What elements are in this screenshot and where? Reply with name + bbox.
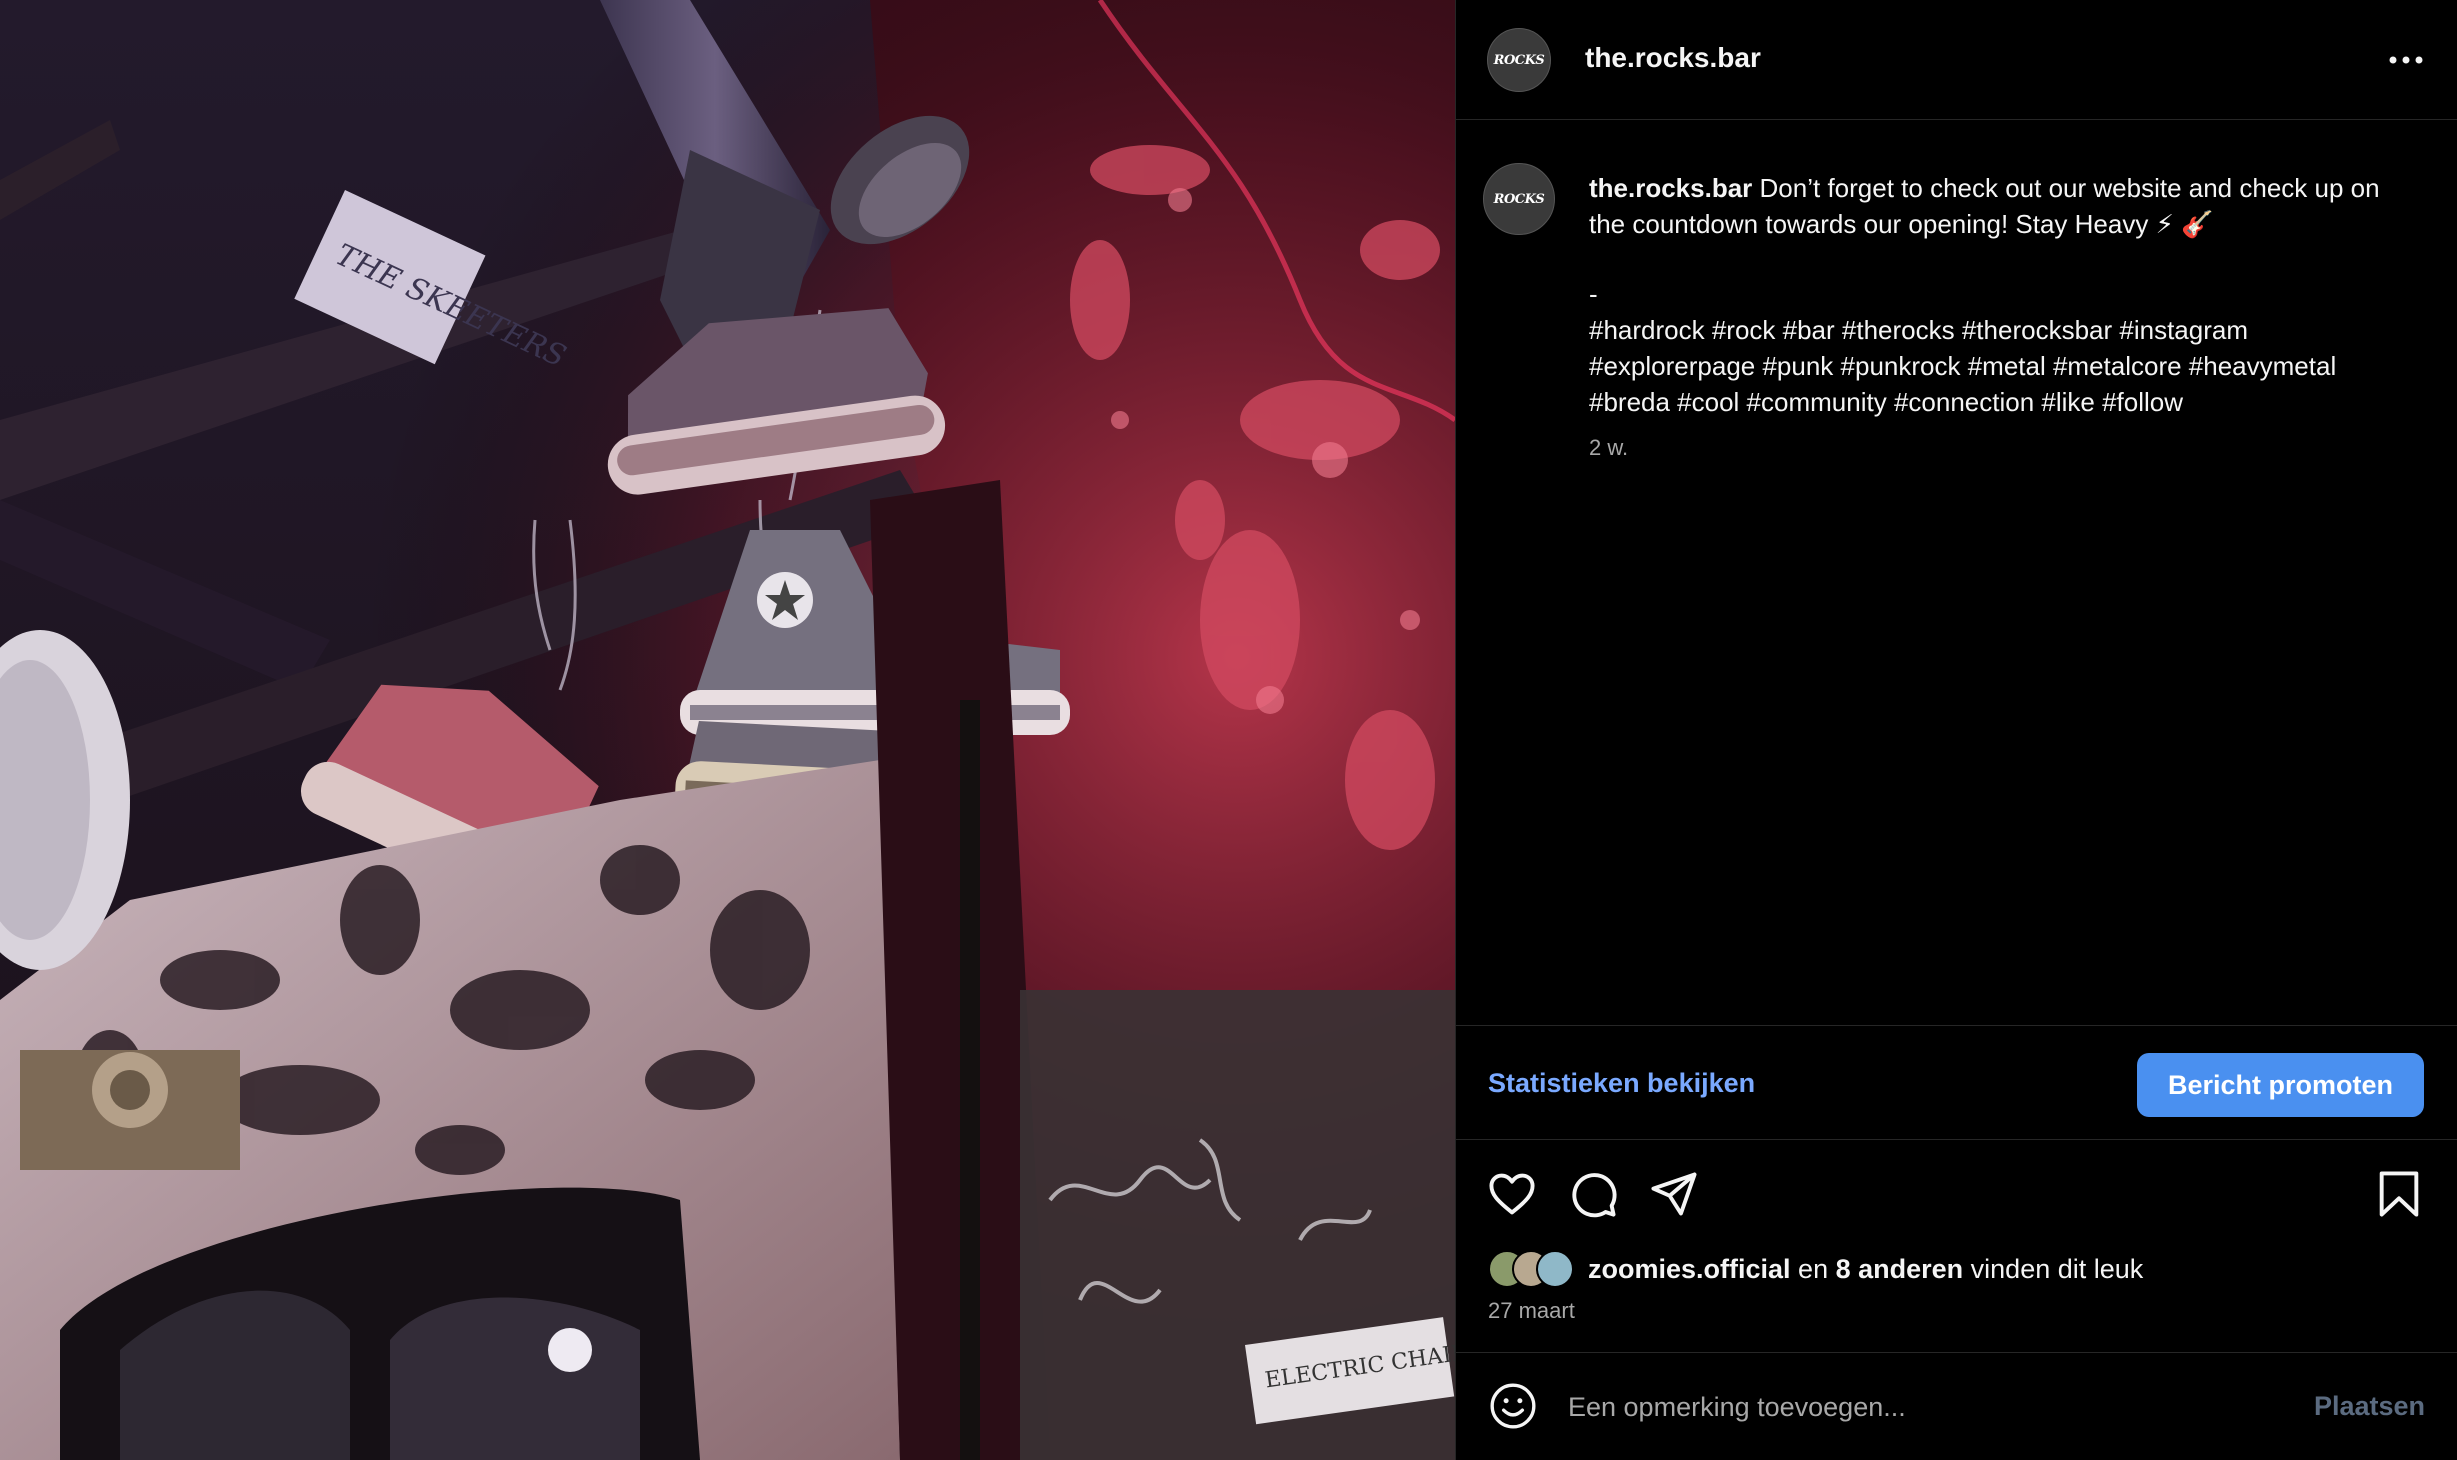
post-image[interactable]: THE SKEETERS ELECTRIC CHAIR xyxy=(0,0,1455,1460)
likes-suffix: vinden dit leuk xyxy=(1963,1253,2144,1284)
post-details-panel: ROCKS the.rocks.bar ROCKS the.rocks.bar … xyxy=(1455,0,2457,1460)
emoji-icon xyxy=(1490,1383,1536,1429)
likes-others[interactable]: 8 anderen xyxy=(1836,1254,1964,1284)
more-options-icon xyxy=(2389,56,2423,64)
comment-button[interactable] xyxy=(1567,1168,1619,1220)
avatar-logo-text: ROCKS xyxy=(1493,52,1545,68)
caption-section: ROCKS the.rocks.bar Don’t forget to chec… xyxy=(1456,120,2457,1025)
caption-username[interactable]: the.rocks.bar xyxy=(1589,173,1752,203)
like-button[interactable] xyxy=(1486,1168,1538,1220)
caption-text: the.rocks.bar Don’t forget to check out … xyxy=(1589,170,2419,466)
promote-post-button[interactable]: Bericht promoten xyxy=(2137,1053,2424,1117)
likes-connector: en xyxy=(1790,1253,1836,1284)
more-options-button[interactable] xyxy=(2383,40,2429,80)
save-button[interactable] xyxy=(2373,1168,2425,1220)
emoji-button[interactable] xyxy=(1488,1381,1538,1431)
post-date: 27 maart xyxy=(1488,1298,1575,1323)
view-insights-link[interactable]: Statistieken bekijken xyxy=(1488,1068,1755,1099)
comment-input[interactable] xyxy=(1566,1383,2270,1431)
comment-icon xyxy=(1572,1173,1617,1218)
bookmark-icon xyxy=(2379,1171,2419,1217)
share-icon xyxy=(1651,1172,1697,1216)
caption-hashtags[interactable]: #hardrock #rock #bar #therocks #therocks… xyxy=(1589,312,2419,420)
caption-dash: - xyxy=(1589,279,1598,309)
likes-text: zoomies.official en 8 anderen vinden dit… xyxy=(1588,1254,2143,1285)
avatar-logo-text: ROCKS xyxy=(1493,191,1545,207)
post-comment-button[interactable]: Plaatsen xyxy=(2314,1391,2425,1422)
profile-username[interactable]: the.rocks.bar xyxy=(1585,42,1761,74)
liker-username[interactable]: zoomies.official xyxy=(1588,1254,1791,1284)
post-actions xyxy=(1456,1140,2457,1218)
caption-body: the.rocks.bar Don’t forget to check out … xyxy=(1589,170,2419,242)
caption-time: 2 w. xyxy=(1589,435,1629,460)
comment-bar: Plaatsen xyxy=(1456,1352,2457,1460)
post-header: ROCKS the.rocks.bar xyxy=(1456,0,2457,120)
liker-avatars[interactable] xyxy=(1488,1248,1588,1290)
share-button[interactable] xyxy=(1648,1168,1700,1220)
profile-avatar[interactable]: ROCKS xyxy=(1487,28,1551,92)
avatar xyxy=(1536,1250,1574,1288)
caption-avatar[interactable]: ROCKS xyxy=(1483,163,1555,235)
post-photo-illustration: THE SKEETERS ELECTRIC CHAIR xyxy=(0,0,1455,1460)
heart-icon xyxy=(1489,1173,1535,1215)
likes-summary: zoomies.official en 8 anderen vinden dit… xyxy=(1488,1248,2143,1290)
insights-bar: Statistieken bekijken Bericht promoten xyxy=(1456,1025,2457,1140)
